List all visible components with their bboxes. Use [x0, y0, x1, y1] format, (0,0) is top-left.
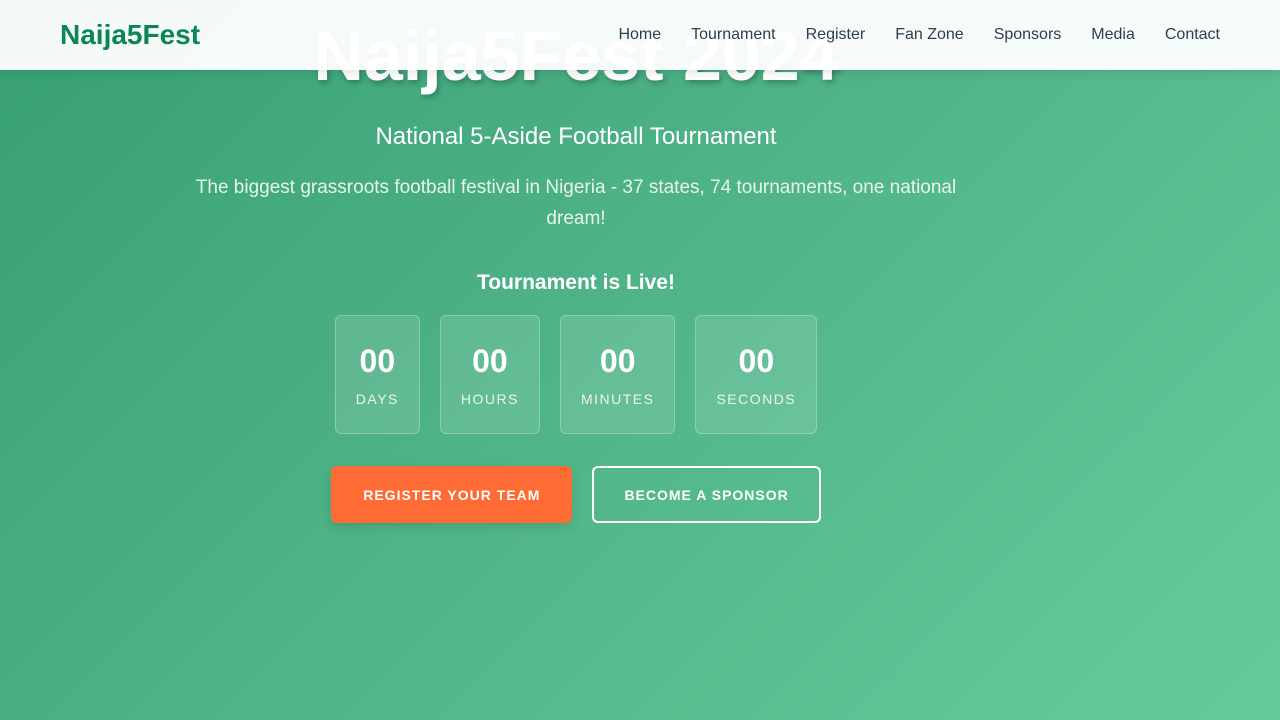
countdown-title: Tournament is Live!: [477, 271, 675, 294]
countdown-seconds-value: 00: [738, 343, 775, 379]
nav-link-media[interactable]: Media: [1091, 25, 1135, 45]
nav-link-home[interactable]: Home: [618, 25, 661, 45]
nav-link-fan-zone[interactable]: Fan Zone: [895, 25, 963, 45]
countdown-days-label: DAYS: [355, 391, 399, 407]
hero-section: Naija5Fest 2024 National 5-Aside Footbal…: [0, 0, 1152, 720]
countdown-hours-label: HOURS: [460, 391, 519, 407]
countdown-hours-value: 00: [472, 343, 508, 379]
register-team-button[interactable]: REGISTER YOUR TEAM: [331, 466, 573, 523]
hero-subtitle: National 5-Aside Football Tournament: [375, 123, 777, 150]
nav-menu: Home Tournament Register Fan Zone Sponso…: [618, 25, 1220, 45]
cta-buttons: REGISTER YOUR TEAM BECOME A SPONSOR: [0, 466, 1152, 523]
nav-link-tournament[interactable]: Tournament: [691, 25, 776, 45]
nav-link-sponsors[interactable]: Sponsors: [994, 25, 1062, 45]
countdown-days: 00 DAYS: [334, 315, 420, 434]
countdown-seconds: 00 SECONDS: [695, 315, 818, 434]
countdown-hours: 00 HOURS: [439, 315, 540, 434]
become-sponsor-button[interactable]: BECOME A SPONSOR: [592, 466, 821, 523]
countdown-days-value: 00: [359, 343, 396, 379]
nav-link-contact[interactable]: Contact: [1165, 25, 1220, 45]
site-logo[interactable]: Naija5Fest: [60, 18, 200, 52]
countdown-seconds-label: SECONDS: [716, 391, 797, 407]
countdown-minutes-value: 00: [599, 343, 636, 379]
navbar: Naija5Fest Home Tournament Register Fan …: [0, 0, 1280, 70]
countdown-minutes-label: MINUTES: [580, 391, 655, 407]
nav-link-register[interactable]: Register: [806, 25, 866, 45]
countdown-minutes: 00 MINUTES: [559, 315, 676, 434]
hero-description: The biggest grassroots football festival…: [195, 177, 957, 229]
countdown-timer: 00 DAYS 00 HOURS 00 MINUTES 00 SECONDS: [0, 315, 1152, 434]
